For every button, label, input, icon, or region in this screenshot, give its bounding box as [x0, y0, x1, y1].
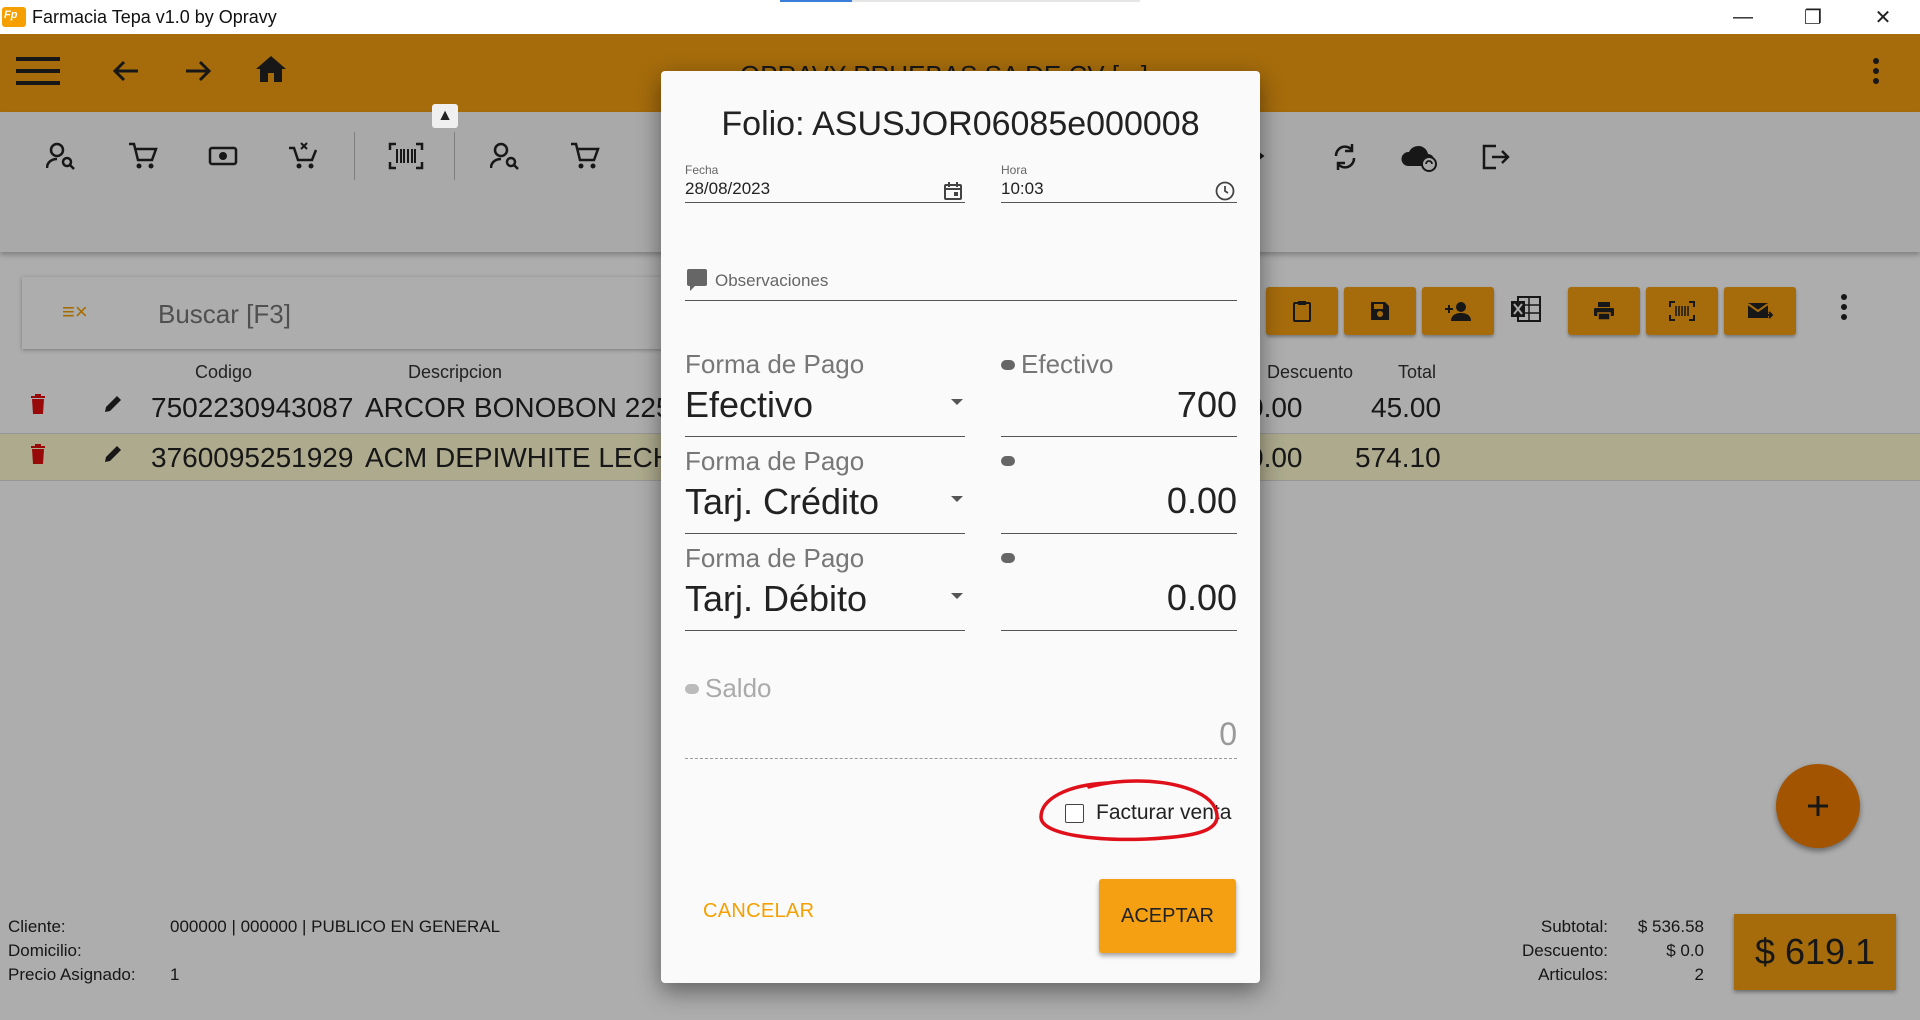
forma-pago-value[interactable]: Tarj. Crédito	[685, 481, 965, 523]
forma-pago-select[interactable]: Forma de Pago Tarj. Débito	[685, 543, 965, 631]
app-logo-icon	[2, 7, 26, 27]
cash-icon	[1001, 456, 1015, 466]
amount-input[interactable]: 0.00	[1001, 577, 1237, 619]
cash-icon	[1001, 359, 1015, 370]
close-button[interactable]: ✕	[1848, 0, 1918, 34]
red-annotation-circle	[1039, 779, 1219, 842]
cash-icon	[1001, 553, 1015, 563]
fecha-label: Fecha	[685, 163, 719, 177]
forma-pago-value[interactable]: Efectivo	[685, 384, 965, 426]
accept-button[interactable]: ACEPTAR	[1099, 879, 1236, 953]
cancel-button[interactable]: CANCELAR	[703, 900, 814, 923]
chevron-down-icon[interactable]	[951, 593, 963, 599]
fecha-value[interactable]: 28/08/2023	[685, 179, 965, 199]
minimize-button[interactable]: —	[1708, 0, 1778, 34]
fecha-field[interactable]: Fecha 28/08/2023	[685, 163, 965, 203]
clock-icon[interactable]	[1215, 181, 1235, 207]
hora-value[interactable]: 10:03	[1001, 179, 1237, 199]
forma-pago-select[interactable]: Forma de Pago Tarj. Crédito	[685, 446, 965, 534]
forma-pago-label: Forma de Pago	[685, 349, 865, 379]
loading-progress	[780, 0, 1140, 2]
calendar-icon[interactable]	[943, 181, 963, 207]
saldo-value: 0	[1219, 716, 1237, 752]
warning-icon[interactable]: ▲	[432, 104, 458, 128]
forma-pago-label: Forma de Pago	[685, 446, 865, 476]
payment-dialog: Folio: ASUSJOR06085e000008 Fecha 28/08/2…	[661, 71, 1260, 983]
observaciones-field[interactable]: Observaciones	[685, 267, 1237, 301]
hora-field[interactable]: Hora 10:03	[1001, 163, 1237, 203]
amount-field[interactable]: 0.00	[1001, 446, 1237, 534]
saldo-field: Saldo 0	[685, 673, 1237, 759]
amount-field[interactable]: Efectivo 700	[1001, 349, 1237, 437]
forma-pago-value[interactable]: Tarj. Débito	[685, 578, 965, 620]
forma-pago-select[interactable]: Forma de Pago Efectivo	[685, 349, 965, 437]
hora-label: Hora	[1001, 163, 1028, 177]
forma-pago-label: Forma de Pago	[685, 543, 865, 573]
amount-field[interactable]: 0.00	[1001, 543, 1237, 631]
cash-icon	[685, 683, 699, 694]
dialog-title: Folio: ASUSJOR06085e000008	[721, 105, 1200, 143]
window-title: Farmacia Tepa v1.0 by Opravy	[32, 6, 277, 27]
saldo-label: Saldo	[705, 673, 772, 703]
comment-icon	[687, 269, 707, 291]
chevron-down-icon[interactable]	[951, 399, 963, 405]
amount-input[interactable]: 0.00	[1001, 480, 1237, 522]
restore-button[interactable]: ❐	[1778, 0, 1848, 34]
amount-input[interactable]: 700	[1001, 384, 1237, 426]
observaciones-input[interactable]: Observaciones	[715, 271, 828, 291]
chevron-down-icon[interactable]	[951, 496, 963, 502]
window-titlebar: Farmacia Tepa v1.0 by Opravy — ❐ ✕	[0, 0, 1920, 34]
amount-label: Efectivo	[1021, 349, 1114, 379]
